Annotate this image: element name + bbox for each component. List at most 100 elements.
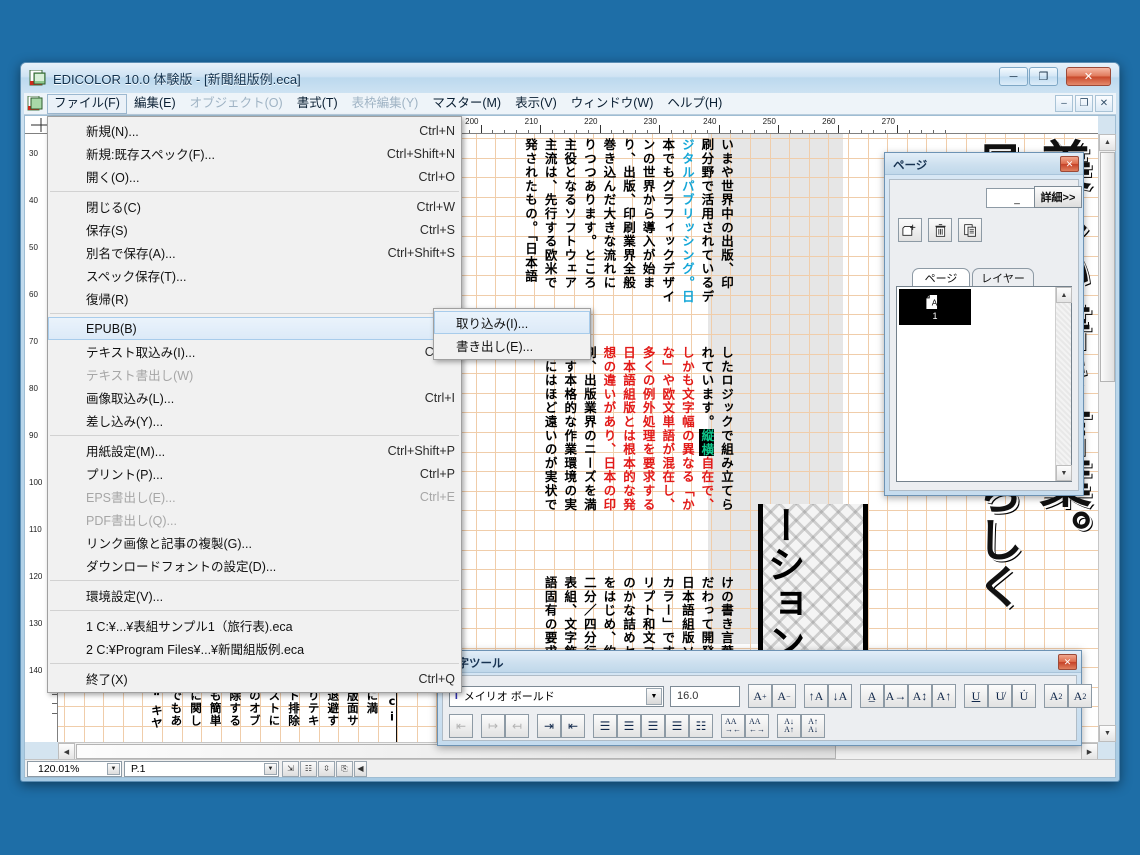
text-tool-close-button[interactable]: ✕ — [1058, 654, 1077, 670]
text-column[interactable]: 刷、出版業界のニーズを満 — [582, 346, 597, 512]
menu-edit[interactable]: 編集(E) — [127, 94, 183, 114]
file-menu-item-26[interactable]: 2 C:¥Program Files¥...¥新聞組版例.eca — [48, 637, 461, 660]
chevron-down-icon[interactable]: ▼ — [264, 762, 277, 775]
baseline-up-icon[interactable]: ↑A — [804, 684, 828, 708]
thumbnail-scroll-up-button[interactable]: ▲ — [1056, 287, 1072, 303]
page-palette-close-button[interactable]: ✕ — [1060, 156, 1079, 172]
mdi-restore-button[interactable]: ❐ — [1075, 95, 1093, 112]
menu-master[interactable]: マスター(M) — [425, 94, 508, 114]
text-column[interactable]: したロジックで組み立てら — [719, 346, 734, 512]
text-column[interactable]: 日本語組版ソ — [680, 576, 695, 659]
menu-window[interactable]: ウィンドウ(W) — [564, 94, 661, 114]
text-column[interactable]: ジタルパブリッシング。日 — [680, 138, 695, 304]
align-justify-icon[interactable]: ☰ — [593, 714, 617, 738]
file-menu-item-8[interactable]: 復帰(R) — [48, 287, 461, 310]
prev-spread-icon[interactable]: ⇲ — [282, 760, 299, 777]
text-column[interactable]: リプト和文フ — [641, 576, 656, 659]
tab-pages[interactable]: ページ — [912, 268, 970, 286]
text-column[interactable]: 主流は、先行する欧米で — [543, 138, 558, 290]
text-column[interactable]: 発されたもの。「日本語 — [523, 138, 538, 284]
file-menu-item-2[interactable]: 開く(O)... Ctrl+O — [48, 165, 461, 188]
epub-submenu[interactable]: 取り込み(I)... 書き出し(E)... — [433, 308, 591, 360]
file-menu-item-16[interactable]: 用紙設定(M)... Ctrl+Shift+P — [48, 439, 461, 462]
page-palette-detail-button[interactable]: 詳細>> — [1034, 186, 1082, 208]
text-column[interactable]: しかも文字幅の異なる「か — [680, 346, 695, 512]
file-menu-item-6[interactable]: 別名で保存(A)... Ctrl+Shift+S — [48, 241, 461, 264]
file-menu-item-17[interactable]: プリント(P)... Ctrl+P — [48, 462, 461, 485]
page-thumbnail-1[interactable]: A 1 — [899, 289, 971, 325]
font-size-input[interactable]: 16.0 — [670, 685, 740, 707]
tab-layers[interactable]: レイヤー — [972, 268, 1034, 286]
align-center-icon[interactable]: ☰ — [641, 714, 665, 738]
menu-format[interactable]: 書式(T) — [290, 94, 345, 114]
text-column[interactable]: のかな詰めセ — [621, 576, 636, 659]
line-spacing-up-icon[interactable]: A↑ A↓ — [801, 714, 825, 738]
decrease-font-size-icon[interactable]: A − — [772, 684, 796, 708]
file-menu-item-11[interactable]: テキスト取込み(I)...Ctrl+I — [48, 340, 461, 363]
text-column[interactable]: ンの世界から導入が始ま — [641, 138, 656, 290]
superscript-icon[interactable]: A2 — [1044, 684, 1068, 708]
file-menu-item-23[interactable]: 環境設定(V)... — [48, 584, 461, 607]
text-column[interactable]: 語固有の要求 — [543, 576, 558, 659]
text-tool-palette[interactable]: 文字ツール ✕ T メイリオ ボールド ▼ 16.0 A + A − ↑A ↓A A… — [437, 650, 1092, 746]
chevron-down-icon[interactable]: ▼ — [107, 762, 120, 775]
file-menu-item-28[interactable]: 終了(X) Ctrl+Q — [48, 667, 461, 690]
menu-view[interactable]: 表示(V) — [508, 94, 564, 114]
master-page-icon[interactable]: ☷ — [300, 760, 317, 777]
document-icon[interactable] — [27, 96, 43, 111]
file-menu-item-10[interactable]: EPUB(B)▶ — [48, 317, 461, 340]
text-column[interactable]: だわって開発 — [699, 576, 714, 659]
epub-submenu-item-1[interactable]: 書き出し(E)... — [434, 334, 590, 357]
scale-horizontal-icon[interactable]: A↑ — [932, 684, 956, 708]
duplicate-page-icon[interactable] — [958, 218, 982, 242]
text-column[interactable]: 日本語組版とは根本的な発 — [621, 346, 636, 512]
window-close-button[interactable]: ✕ — [1066, 67, 1111, 86]
text-column[interactable]: いまや世界中の出版、印 — [719, 138, 734, 290]
text-column[interactable]: 想の違いがあり、日本の印 — [601, 346, 616, 512]
text-column[interactable]: 現にはほど遠いのが実状で — [543, 346, 558, 512]
text-column[interactable]: 本でもグラフィックデザイ — [660, 138, 675, 304]
scroll-up-button[interactable]: ▲ — [1099, 134, 1116, 151]
file-menu-item-5[interactable]: 保存(S) Ctrl+S — [48, 218, 461, 241]
mdi-close-button[interactable]: ✕ — [1095, 95, 1113, 112]
file-menu-item-13[interactable]: 画像取込み(L)... Ctrl+I — [48, 386, 461, 409]
next-spread-icon[interactable]: ⇳ — [318, 760, 335, 777]
text-column[interactable]: カラー」です — [660, 576, 675, 659]
baseline-down-icon[interactable]: ↓A — [828, 684, 852, 708]
text-column[interactable]: れています。縦横自在で、 — [699, 346, 715, 512]
file-menu-item-1[interactable]: 新規:既存スペック(F)... Ctrl+Shift+N — [48, 142, 461, 165]
zoom-combo[interactable]: 120.01% ▼ — [27, 760, 122, 777]
subscript-icon[interactable]: A2 — [1068, 684, 1092, 708]
line-spacing-down-icon[interactable]: A↓ A↑ — [777, 714, 801, 738]
page-palette[interactable]: ページ ✕ _ 詳細>> ページ レイヤー A 1 ▲ ▼ — [884, 152, 1084, 496]
font-family-select[interactable]: T メイリオ ボールド ▼ — [449, 685, 664, 707]
align-right-icon[interactable]: ☰ — [665, 714, 689, 738]
file-menu-item-7[interactable]: スペック保存(T)... — [48, 264, 461, 287]
file-menu-item-14[interactable]: 差し込み(Y)... — [48, 409, 461, 432]
text-column[interactable]: 主役となるソフトウェア — [562, 138, 577, 290]
page-combo[interactable]: P.1 ▼ — [124, 760, 279, 777]
scroll-down-button[interactable]: ▼ — [1099, 725, 1116, 742]
page-thumbnail-list[interactable]: A 1 ▲ ▼ — [896, 286, 1072, 482]
align-left-icon[interactable]: ☰ — [617, 714, 641, 738]
scroll-right-button[interactable]: ▶ — [1081, 743, 1098, 760]
text-column[interactable]: 刷分野で活用されているデ — [699, 138, 714, 304]
mdi-minimize-button[interactable]: – — [1055, 95, 1073, 112]
tracking-icon[interactable]: A̲ — [860, 684, 884, 708]
scroll-left-icon[interactable]: ◀ — [354, 760, 367, 777]
file-menu-item-20[interactable]: リンク画像と記事の複製(G)... — [48, 531, 461, 554]
window-minimize-button[interactable]: ─ — [999, 67, 1028, 86]
menu-file[interactable]: ファイル(F) — [47, 93, 127, 114]
file-menu-item-21[interactable]: ダウンロードフォントの設定(D)... — [48, 554, 461, 577]
goto-page-icon[interactable]: ⎘ — [336, 760, 353, 777]
text-column[interactable]: 二分／四分行 — [582, 576, 597, 659]
new-page-icon[interactable] — [898, 218, 922, 242]
text-column[interactable]: な」や欧文単語が混在し、 — [660, 346, 675, 512]
text-column[interactable]: 表組、文字飾 — [562, 576, 577, 659]
vertical-scrollbar[interactable]: ▲ ▼ — [1098, 134, 1116, 742]
file-menu-item-4[interactable]: 閉じる(C) Ctrl+W — [48, 195, 461, 218]
menu-help[interactable]: ヘルプ(H) — [660, 94, 729, 114]
overline-icon[interactable]: U̇ — [1012, 684, 1036, 708]
increase-indent-icon[interactable]: ⇥ — [537, 714, 561, 738]
horizontal-scroll-thumb[interactable] — [76, 744, 836, 759]
